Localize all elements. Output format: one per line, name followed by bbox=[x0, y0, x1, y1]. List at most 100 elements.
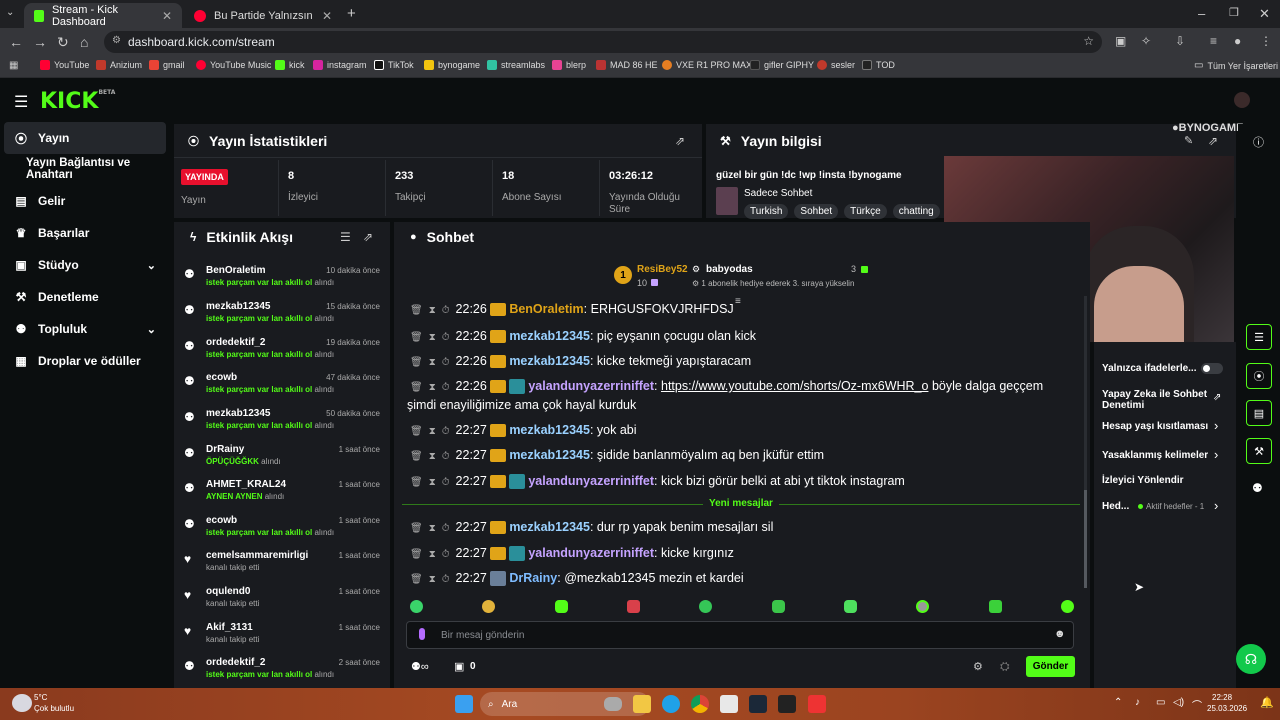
setting-goals[interactable]: Hed... bbox=[1102, 501, 1129, 512]
msg-link[interactable]: https://www.youtube.com/shorts/Oz-mx6WHR… bbox=[661, 379, 928, 393]
emote-icon[interactable] bbox=[482, 600, 496, 613]
bookmark-youtube[interactable]: YouTube bbox=[40, 60, 89, 70]
hamburger-menu-icon[interactable]: ☰ bbox=[14, 92, 28, 112]
menu-icon[interactable]: ⋮ bbox=[1260, 34, 1272, 48]
mod-icon[interactable]: ⛭ bbox=[1000, 659, 1010, 674]
maximize-icon[interactable]: ❐ bbox=[1229, 6, 1239, 19]
setting-account-age[interactable]: Hesap yaşı kısıtlaması bbox=[1102, 421, 1208, 432]
pinned-toggle-icon[interactable]: ≡ bbox=[735, 296, 741, 307]
emotes-only-toggle[interactable] bbox=[1201, 363, 1223, 374]
site-info-icon[interactable]: ⚙ bbox=[112, 35, 121, 46]
rail-bank-icon[interactable]: ▤ bbox=[1246, 400, 1272, 426]
rail-broadcast-icon[interactable]: ⦿ bbox=[1246, 363, 1272, 389]
emote-icon[interactable] bbox=[699, 600, 713, 613]
msg-user[interactable]: DrRainy bbox=[509, 571, 557, 585]
emote-icon[interactable] bbox=[410, 600, 423, 613]
chrome-icon[interactable] bbox=[691, 695, 709, 713]
sidebar-item-topluluk[interactable]: ⚉ Topluluk ⌄ bbox=[4, 313, 166, 345]
bookmark-kick[interactable]: kick bbox=[275, 60, 305, 70]
tag[interactable]: Türkçe bbox=[844, 204, 887, 219]
extensions-icon[interactable]: ✧ bbox=[1141, 34, 1151, 48]
info-icon[interactable]: ⓘ bbox=[1253, 134, 1264, 150]
popout-icon[interactable]: ⇗ bbox=[363, 230, 373, 244]
bookmark-streamlabs[interactable]: streamlabs bbox=[487, 60, 545, 70]
chevron-right-icon[interactable]: › bbox=[1214, 447, 1218, 462]
emote-icon[interactable] bbox=[988, 600, 1002, 613]
send-button[interactable]: Gönder bbox=[1026, 656, 1075, 677]
chevron-right-icon[interactable]: › bbox=[1214, 418, 1218, 433]
delete-icon[interactable]: 🗑 bbox=[410, 382, 423, 393]
tag[interactable]: Turkish bbox=[744, 204, 789, 219]
display-tray-icon[interactable]: ▭ bbox=[1156, 697, 1165, 708]
close-window-icon[interactable]: ✕ bbox=[1259, 6, 1270, 22]
external-link-icon[interactable]: ⇗ bbox=[1213, 392, 1221, 403]
steam-icon[interactable] bbox=[749, 695, 767, 713]
sidebar-item-gelir[interactable]: ▤ Gelir bbox=[4, 185, 166, 217]
community-link-icon[interactable]: ⚉∞ bbox=[411, 660, 429, 673]
delete-icon[interactable]: 🗑 bbox=[410, 523, 423, 534]
back-icon[interactable]: ← bbox=[9, 34, 23, 50]
setting-banned-words[interactable]: Yasaklanmış kelimeler bbox=[1102, 450, 1208, 461]
bookmark-instagram[interactable]: instagram bbox=[313, 60, 367, 70]
setting-ai-moderation[interactable]: Yapay Zeka ile Sohbet Denetimi bbox=[1102, 389, 1212, 411]
bookmark-mad86[interactable]: MAD 86 HE bbox=[596, 60, 658, 70]
all-bookmarks[interactable]: ▭ Tüm Yer İşaretleri bbox=[1194, 60, 1278, 71]
minimize-icon[interactable]: – bbox=[1198, 6, 1205, 21]
sidebar-item-basarilar[interactable]: ♛ Başarılar bbox=[4, 217, 166, 249]
delete-icon[interactable]: 🗑 bbox=[410, 451, 423, 462]
timeout-icon[interactable]: ⧗ bbox=[429, 382, 436, 393]
msg-user[interactable]: mezkab12345 bbox=[509, 423, 590, 437]
bookmark-giphy[interactable]: gifler GIPHY bbox=[750, 60, 814, 70]
edit-pencil-icon[interactable]: ✎ bbox=[1184, 134, 1193, 147]
screen-icon[interactable]: ▣ bbox=[1115, 34, 1126, 48]
apps-grid-icon[interactable]: ▦ bbox=[9, 60, 18, 71]
tray-chevron-icon[interactable]: ⌃ bbox=[1114, 697, 1122, 708]
bookmark-anizium[interactable]: Anizium bbox=[96, 60, 142, 70]
emote-icon[interactable] bbox=[626, 600, 640, 613]
media-icon[interactable]: ≡ bbox=[1210, 34, 1217, 48]
bookmark-gmail[interactable]: gmail bbox=[149, 60, 185, 70]
notification-bell-icon[interactable]: 🔔 bbox=[1260, 696, 1274, 709]
file-explorer-icon[interactable] bbox=[633, 695, 651, 713]
downloads-icon[interactable]: ⇩ bbox=[1175, 34, 1185, 48]
settings-gear-icon[interactable]: ⚙ bbox=[973, 660, 983, 673]
delete-icon[interactable]: 🗑 bbox=[410, 477, 423, 488]
chevron-right-icon[interactable]: › bbox=[1214, 498, 1218, 513]
rail-list-icon[interactable]: ☰ bbox=[1246, 324, 1272, 350]
msg-user[interactable]: mezkab12345 bbox=[509, 520, 590, 534]
category-name[interactable]: Sadece Sohbet bbox=[744, 188, 812, 199]
home-icon[interactable]: ⌂ bbox=[80, 34, 88, 50]
delete-icon[interactable]: 🗑 bbox=[410, 574, 423, 585]
timeout-icon[interactable]: ⧗ bbox=[429, 549, 436, 560]
tab-kick-dashboard[interactable]: Stream - Kick Dashboard ✕ bbox=[24, 3, 182, 28]
network-icon[interactable]: ⌒ bbox=[1192, 697, 1202, 712]
edge-icon[interactable] bbox=[662, 695, 680, 713]
microphone-tray-icon[interactable]: ♪ bbox=[1135, 697, 1140, 708]
user-avatar[interactable] bbox=[1234, 92, 1250, 108]
setting-viewer-redirect[interactable]: İzleyici Yönlendir bbox=[1102, 475, 1184, 486]
kick-logo[interactable]: KICKBETA bbox=[40, 89, 115, 114]
emote-icon[interactable] bbox=[916, 600, 930, 613]
msg-user[interactable]: BenOraletim bbox=[509, 302, 583, 316]
msg-user[interactable]: mezkab12345 bbox=[509, 329, 590, 343]
tab-youtube[interactable]: Bu Partide Yalnızsın | YouTu ✕ bbox=[184, 3, 342, 28]
chat-input[interactable]: Bir mesaj gönderin ☻ bbox=[406, 621, 1074, 649]
leader-name[interactable]: ResiBey52 bbox=[637, 264, 688, 275]
delete-icon[interactable]: 🗑 bbox=[410, 357, 423, 368]
profile-avatar[interactable]: ● bbox=[1234, 34, 1241, 48]
windows-start-icon[interactable] bbox=[455, 695, 473, 713]
msg-user[interactable]: mezkab12345 bbox=[509, 354, 590, 368]
gifter-name[interactable]: babyodas bbox=[706, 264, 753, 275]
emote-icon[interactable] bbox=[843, 600, 857, 613]
sidebar-item-stream-key[interactable]: Yayın Bağlantısı ve Anahtarı bbox=[4, 153, 174, 185]
popout-icon[interactable]: ⇗ bbox=[675, 134, 685, 148]
calculator-icon[interactable] bbox=[720, 695, 738, 713]
timeout-icon[interactable]: ⧗ bbox=[429, 451, 436, 462]
delete-icon[interactable]: 🗑 bbox=[410, 426, 423, 437]
rail-wrench-icon[interactable]: ⚒ bbox=[1246, 438, 1272, 464]
emoji-icon[interactable]: ☻ bbox=[1054, 628, 1066, 640]
close-tab-icon[interactable]: ✕ bbox=[162, 9, 172, 23]
sidebar-item-droplar[interactable]: ▦ Droplar ve ödüller bbox=[4, 345, 166, 377]
timeout-icon[interactable]: ⧗ bbox=[429, 523, 436, 534]
msg-user[interactable]: mezkab12345 bbox=[509, 448, 590, 462]
